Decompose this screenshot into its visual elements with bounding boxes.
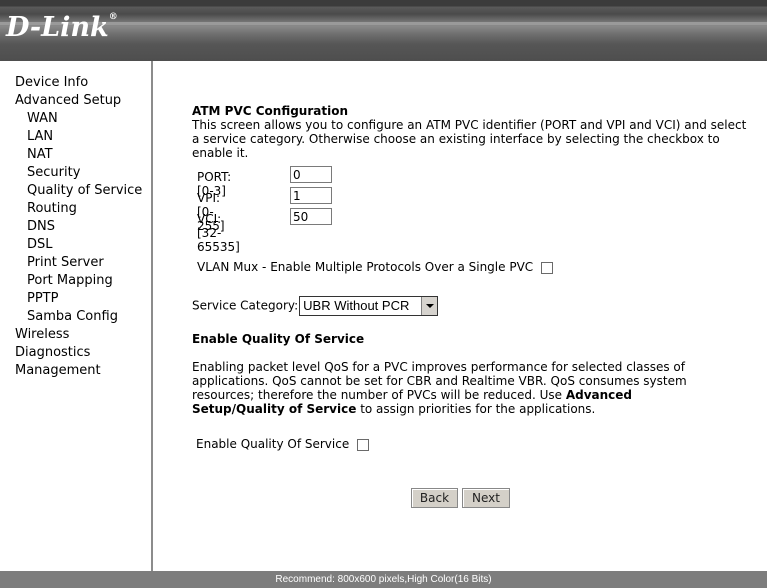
sidebar-item-diagnostics[interactable]: Diagnostics xyxy=(0,344,151,362)
vci-input[interactable] xyxy=(290,208,332,225)
logo-text: D-Link xyxy=(6,12,109,43)
service-category-row: Service Category: UBR Without PCR xyxy=(192,296,439,316)
page-title: ATM PVC Configuration xyxy=(192,104,348,118)
port-input[interactable] xyxy=(290,166,332,183)
page-description: This screen allows you to configure an A… xyxy=(192,118,747,160)
footer-bar: Recommend: 800x600 pixels,High Color(16 … xyxy=(0,571,767,588)
sidebar-item-pptp[interactable]: PPTP xyxy=(0,290,151,308)
main-content: ATM PVC Configuration This screen allows… xyxy=(192,104,752,508)
sidebar-item-dns[interactable]: DNS xyxy=(0,218,151,236)
sidebar-nav: Device Info Advanced Setup WAN LAN NAT S… xyxy=(0,61,153,571)
service-category-value: UBR Without PCR xyxy=(303,298,410,313)
sidebar-item-security[interactable]: Security xyxy=(0,164,151,182)
sidebar-item-device-info[interactable]: Device Info xyxy=(0,74,151,92)
vpi-input[interactable] xyxy=(290,187,332,204)
qos-enable-checkbox[interactable] xyxy=(357,438,370,451)
sidebar-item-port-mapping[interactable]: Port Mapping xyxy=(0,272,151,290)
vlan-mux-label: VLAN Mux - Enable Multiple Protocols Ove… xyxy=(197,260,534,274)
logo-registered-mark: ® xyxy=(108,12,118,22)
service-category-select[interactable]: UBR Without PCR xyxy=(299,296,439,316)
next-button[interactable]: Next xyxy=(462,488,510,508)
sidebar-item-advanced-setup[interactable]: Advanced Setup xyxy=(0,92,151,110)
sidebar-item-wan[interactable]: WAN xyxy=(0,110,151,128)
sidebar-item-dsl[interactable]: DSL xyxy=(0,236,151,254)
qos-enable-row: Enable Quality Of Service xyxy=(196,437,370,451)
qos-heading: Enable Quality Of Service xyxy=(192,332,365,346)
sidebar-item-quality-of-service[interactable]: Quality of Service xyxy=(0,182,151,200)
sidebar-item-lan[interactable]: LAN xyxy=(0,128,151,146)
sidebar-item-nat[interactable]: NAT xyxy=(0,146,151,164)
sidebar-item-wireless[interactable]: Wireless xyxy=(0,326,151,344)
dlink-logo: D-Link® xyxy=(6,12,118,43)
sidebar-item-routing[interactable]: Routing xyxy=(0,200,151,218)
vlan-mux-row: VLAN Mux - Enable Multiple Protocols Ove… xyxy=(197,260,554,274)
qos-desc-text-2: to assign priorities for the application… xyxy=(356,402,596,416)
sidebar-item-management[interactable]: Management xyxy=(0,362,151,380)
service-category-label: Service Category: xyxy=(192,298,299,313)
chevron-down-icon[interactable] xyxy=(421,297,438,315)
back-button[interactable]: Back xyxy=(411,488,458,508)
qos-enable-label: Enable Quality Of Service xyxy=(196,437,350,451)
vlan-mux-checkbox[interactable] xyxy=(541,261,554,274)
qos-description: Enabling packet level QoS for a PVC impr… xyxy=(192,360,722,416)
sidebar-item-print-server[interactable]: Print Server xyxy=(0,254,151,272)
sidebar-item-samba-config[interactable]: Samba Config xyxy=(0,308,151,326)
header-banner: D-Link® xyxy=(0,0,767,61)
vci-label: VCI: [32-65535] xyxy=(197,212,240,254)
footer-text: Recommend: 800x600 pixels,High Color(16 … xyxy=(275,574,492,585)
